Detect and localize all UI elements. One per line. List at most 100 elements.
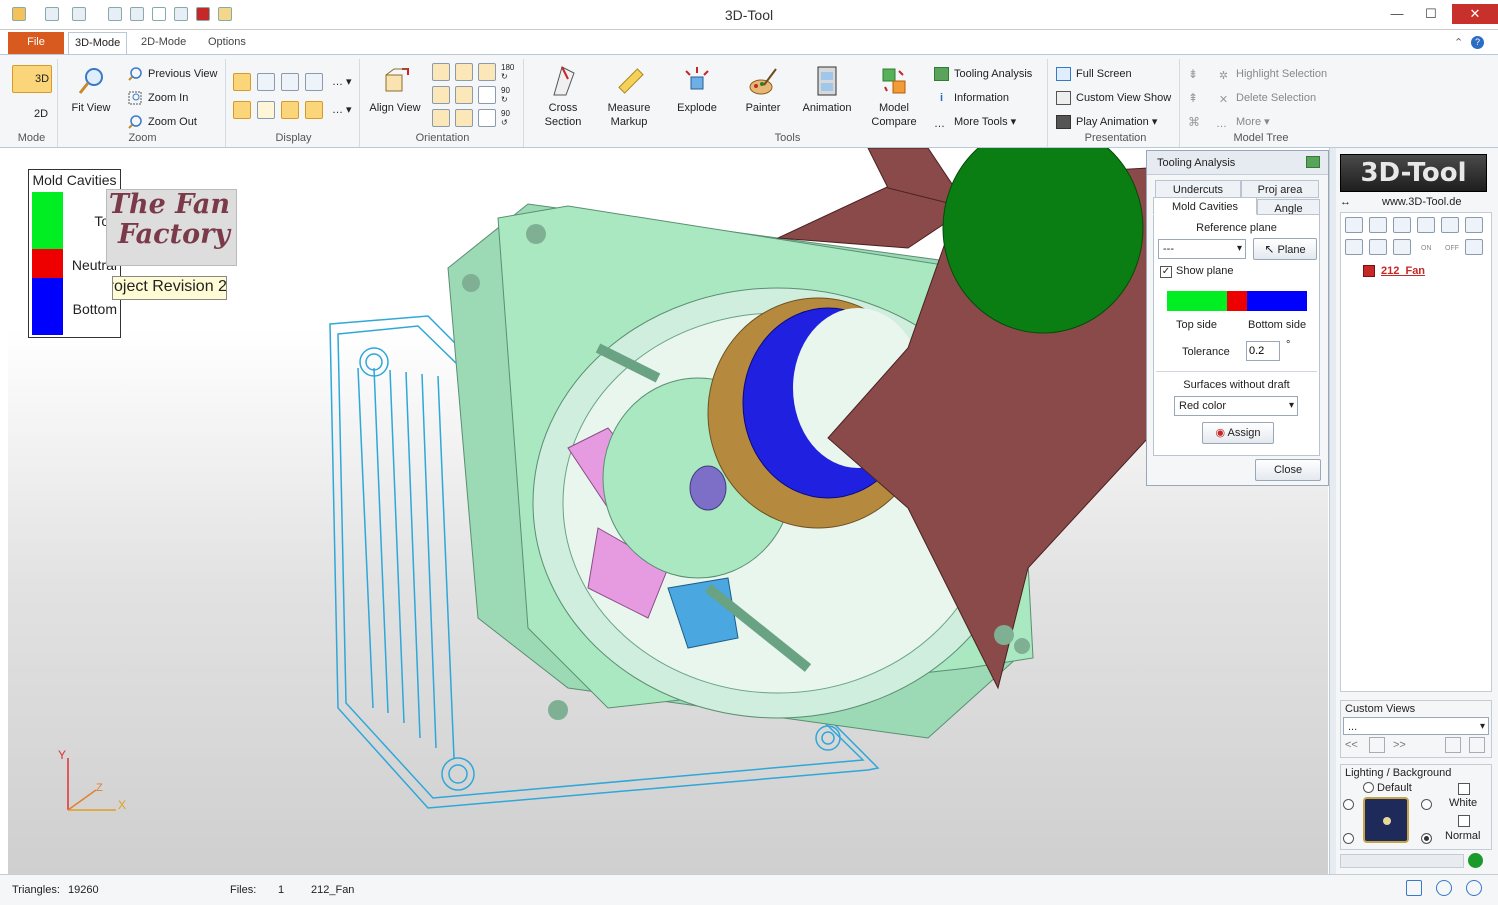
mode-2d-button[interactable]: 2D: [12, 103, 48, 125]
close-window-button[interactable]: ✕: [1452, 4, 1498, 24]
off-toggle[interactable]: OFF: [1445, 245, 1459, 252]
view-bottom-icon[interactable]: [455, 109, 473, 127]
view-back-icon[interactable]: [455, 63, 473, 81]
normal-checkbox[interactable]: [1458, 815, 1470, 827]
plane-button[interactable]: ↖ Plane: [1253, 238, 1317, 260]
previous-view-button[interactable]: Previous View: [128, 65, 218, 83]
tree-collapse-icon[interactable]: ⇞: [1188, 91, 1198, 105]
tooling-close-button[interactable]: Close: [1255, 459, 1321, 481]
delete-view-icon[interactable]: [1469, 737, 1485, 753]
panel-splitter[interactable]: [1329, 148, 1336, 874]
pmi-display-icon[interactable]: [257, 101, 275, 119]
next-view-icon[interactable]: >>: [1393, 739, 1406, 751]
highlight-selection-icon: ✲: [1218, 70, 1229, 82]
tooling-analysis-button[interactable]: Tooling Analysis: [934, 65, 1032, 83]
tolerance-input[interactable]: [1246, 341, 1280, 361]
view-iso-icon[interactable]: [478, 63, 496, 81]
reference-plane-select[interactable]: --- ▾: [1158, 239, 1246, 259]
lighting-preview[interactable]: [1363, 797, 1409, 843]
file-menu[interactable]: File: [8, 32, 64, 54]
wireframe-icon[interactable]: [305, 73, 323, 91]
lighting-radio-1[interactable]: [1343, 799, 1354, 810]
more-tools-button[interactable]: … More Tools ▾: [934, 113, 1016, 131]
zoom-in-button[interactable]: Zoom In: [128, 89, 188, 107]
zoom-out-status-icon[interactable]: [1436, 880, 1452, 896]
lighting-radio-4[interactable]: [1421, 833, 1432, 844]
rotate-180-icon[interactable]: 180 ↻: [501, 63, 514, 81]
home-view-icon[interactable]: [1369, 737, 1385, 753]
tab-options[interactable]: Options: [202, 32, 252, 54]
highlight-selection-button[interactable]: ✲ Highlight Selection: [1216, 65, 1327, 83]
view-right-icon[interactable]: [455, 86, 473, 104]
fit-view-status-icon[interactable]: [1406, 880, 1422, 896]
delete-selection-button[interactable]: ✕ Delete Selection: [1216, 89, 1316, 107]
tree-item-212-fan[interactable]: 212_Fan: [1381, 265, 1425, 277]
tree-expand-icon[interactable]: ⇟: [1188, 67, 1198, 81]
isolate-icon[interactable]: [1393, 217, 1411, 233]
custom-view-show-button[interactable]: Custom View Show: [1056, 89, 1171, 107]
copy2-icon[interactable]: [1369, 239, 1387, 255]
lighting-radio-3[interactable]: [1421, 799, 1432, 810]
information-button[interactable]: i Information: [934, 89, 1009, 107]
lighting-radio-2[interactable]: [1343, 833, 1354, 844]
measure-markup-button[interactable]: Measure Markup: [598, 65, 660, 129]
view-top-icon[interactable]: [432, 109, 450, 127]
display-more-icon-2[interactable]: … ▾: [332, 103, 352, 116]
display-more-icon[interactable]: … ▾: [332, 75, 352, 88]
zoom-out-button[interactable]: Zoom Out: [128, 113, 197, 131]
default-radio[interactable]: [1363, 782, 1374, 793]
white-checkbox[interactable]: [1458, 783, 1470, 795]
zoom-in-status-icon[interactable]: [1466, 880, 1482, 896]
play-animation-button[interactable]: Play Animation ▾: [1056, 113, 1157, 131]
view-network-icon[interactable]: [478, 86, 496, 104]
shaded-edges-icon[interactable]: [257, 73, 275, 91]
maximize-button[interactable]: ☐: [1420, 4, 1442, 24]
tree-list-icon[interactable]: [1417, 217, 1435, 233]
align-view-button[interactable]: Align View: [364, 65, 426, 115]
tree-list2-icon[interactable]: [1441, 217, 1459, 233]
model-compare-button[interactable]: Model Compare: [863, 65, 925, 129]
shaded-display-icon[interactable]: [233, 73, 251, 91]
full-screen-button[interactable]: Full Screen: [1056, 65, 1132, 83]
explode-button[interactable]: Explode: [666, 65, 728, 115]
transparency-icon[interactable]: [305, 101, 323, 119]
show-plane-checkbox[interactable]: ✓: [1160, 266, 1172, 278]
animation-button[interactable]: Animation: [796, 65, 858, 115]
fit-view-button[interactable]: Fit View: [60, 65, 122, 115]
tree-more-button[interactable]: … More ▾: [1216, 113, 1270, 131]
tab-3d-mode[interactable]: 3D-Mode: [68, 32, 128, 54]
tab-proj-area[interactable]: Proj area: [1241, 180, 1319, 198]
tab-undercuts[interactable]: Undercuts: [1155, 180, 1241, 198]
copy-icon[interactable]: [1345, 239, 1363, 255]
panel-expand-icon[interactable]: ↔: [1340, 196, 1351, 208]
tree-redo-icon[interactable]: [1465, 239, 1483, 255]
copy3-icon[interactable]: [1393, 239, 1411, 255]
draft-color-select[interactable]: Red color ▾: [1174, 396, 1298, 416]
curves-display-icon[interactable]: [233, 101, 251, 119]
show-icon[interactable]: [1345, 217, 1363, 233]
hidden-line-icon[interactable]: [281, 73, 299, 91]
tree-undo-icon[interactable]: [1465, 217, 1483, 233]
on-toggle[interactable]: ON: [1421, 245, 1432, 252]
cross-section-button[interactable]: Cross Section: [532, 65, 594, 129]
3d-viewport[interactable]: Mold Cavities Top Neutral Bottom The Fan…: [8, 148, 1328, 874]
tree-structure-icon[interactable]: ⌘: [1188, 115, 1200, 129]
assign-button[interactable]: ◉ Assign: [1202, 422, 1274, 444]
rotate-90-icon[interactable]: 90 ↻: [501, 86, 510, 104]
help-icon[interactable]: ?: [1471, 36, 1484, 49]
view-front-icon[interactable]: [432, 63, 450, 81]
custom-views-select[interactable]: ... ▾: [1343, 717, 1489, 735]
view-left-icon[interactable]: [432, 86, 450, 104]
painter-button[interactable]: Painter: [732, 65, 794, 115]
section-display-icon[interactable]: [281, 101, 299, 119]
minimize-button[interactable]: —: [1386, 4, 1408, 24]
previous-view-icon[interactable]: <<: [1345, 739, 1358, 751]
hide-icon[interactable]: [1369, 217, 1387, 233]
mode-3d-button[interactable]: 3D: [12, 65, 52, 93]
rotate-90-ccw-icon[interactable]: 90 ↺: [501, 109, 510, 127]
collapse-ribbon-icon[interactable]: ⌃: [1448, 32, 1469, 54]
tab-mold-cavities[interactable]: Mold Cavities: [1153, 197, 1257, 215]
save-view-icon[interactable]: [1445, 737, 1461, 753]
tab-2d-mode[interactable]: 2D-Mode: [135, 32, 192, 54]
view-tree-icon[interactable]: [478, 109, 496, 127]
